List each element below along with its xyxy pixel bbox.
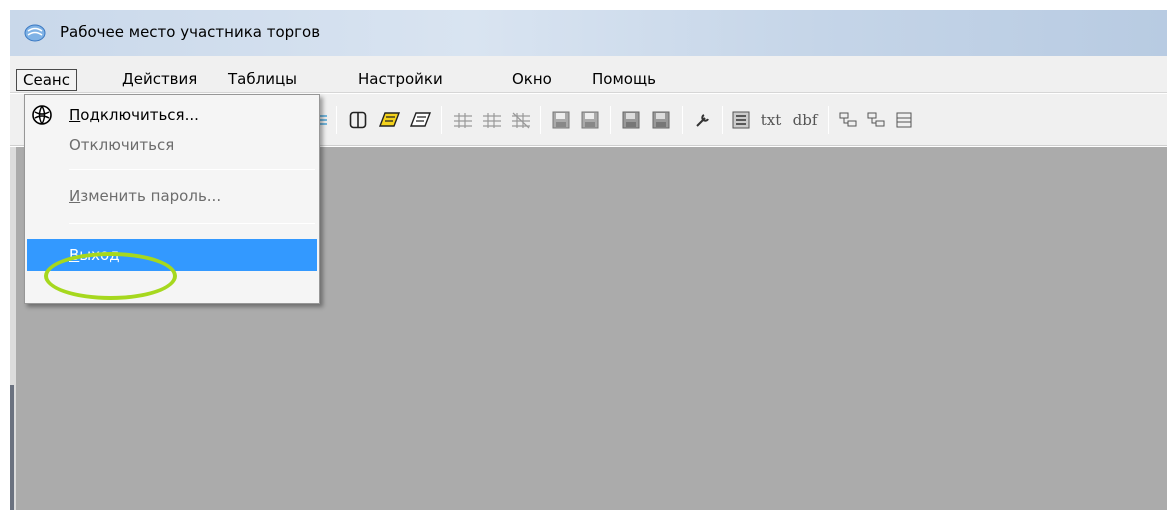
table-icon[interactable]	[509, 108, 533, 132]
menu-actions[interactable]: Действия	[116, 69, 203, 91]
menu-settings[interactable]: Настройки	[352, 69, 449, 91]
menu-separator	[69, 223, 315, 224]
table-icon[interactable]	[451, 108, 475, 132]
toolbar-separator	[682, 106, 683, 134]
menu-help[interactable]: Помощь	[586, 69, 662, 91]
annotation-ring	[44, 252, 177, 300]
toolbar-separator	[610, 106, 611, 134]
left-edge-shadow	[10, 385, 14, 510]
floppy-icon[interactable]	[650, 108, 672, 132]
toolbar-separator	[336, 106, 337, 134]
tree-icon[interactable]	[837, 108, 859, 132]
toolbar-separator	[722, 106, 723, 134]
floppy-icon[interactable]	[550, 108, 572, 132]
toolbar-separator	[828, 106, 829, 134]
window-icon[interactable]	[347, 108, 369, 132]
yellow-book-icon[interactable]	[376, 108, 402, 132]
tree-icon[interactable]	[893, 108, 915, 132]
tree-icon[interactable]	[865, 108, 887, 132]
menu-connect-label: Подключиться...	[69, 106, 199, 124]
table-icon[interactable]	[480, 108, 504, 132]
floppy-icon[interactable]	[620, 108, 642, 132]
app-logo-icon	[24, 23, 46, 43]
connect-globe-icon	[31, 104, 53, 126]
floppy-icon[interactable]	[579, 108, 601, 132]
app-window: Рабочее место участника торгов Сеанс Дей…	[10, 10, 1167, 510]
toolbar-separator	[540, 106, 541, 134]
menu-tables[interactable]: Таблицы	[222, 69, 303, 91]
menu-change-password[interactable]: Изменить пароль...	[27, 182, 317, 210]
toolbar-separator	[441, 106, 442, 134]
menu-change-password-label: Изменить пароль...	[69, 187, 222, 205]
book-icon[interactable]	[407, 108, 433, 132]
menu-disconnect-label: Отключиться	[69, 136, 175, 154]
menu-disconnect[interactable]: Отключиться	[27, 131, 317, 159]
export-icon[interactable]	[730, 108, 752, 132]
menu-window[interactable]: Окно	[506, 69, 558, 91]
export-dbf-button[interactable]: dbf	[789, 108, 821, 132]
window-title: Рабочее место участника торгов	[60, 23, 321, 41]
title-bar: Рабочее место участника торгов	[10, 10, 1167, 56]
menu-session[interactable]: Сеанс	[16, 69, 77, 91]
menu-connect[interactable]: Подключиться...	[27, 101, 317, 129]
tool-icon[interactable]	[692, 108, 714, 132]
export-txt-button[interactable]: txt	[756, 108, 786, 132]
menu-separator	[69, 169, 315, 170]
menu-bar: Сеанс Действия Таблицы Настройки Окно По…	[10, 56, 1167, 93]
